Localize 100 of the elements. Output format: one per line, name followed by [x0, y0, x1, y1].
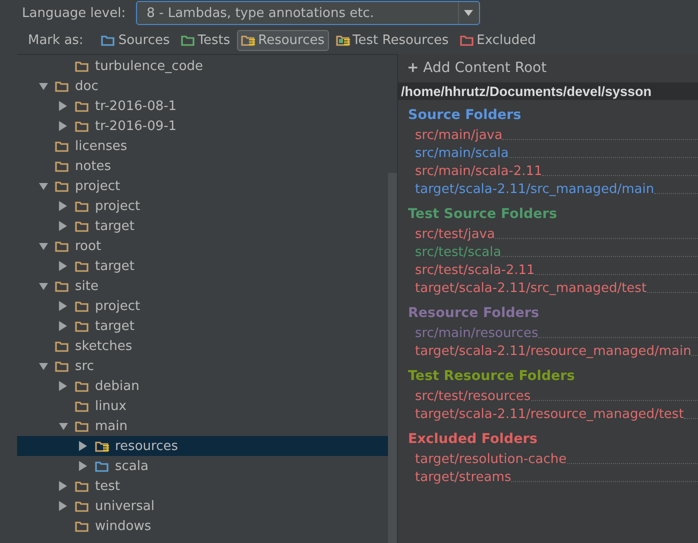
- collapse-arrow-icon[interactable]: [38, 82, 48, 90]
- folder-path[interactable]: target/resolution-cache: [415, 452, 567, 467]
- folder-path[interactable]: src/test/resources: [415, 389, 531, 404]
- folder-name: resources: [115, 438, 178, 454]
- folder-name: licenses: [75, 138, 128, 154]
- folder-name: site: [75, 278, 98, 294]
- expand-arrow-icon[interactable]: [59, 321, 67, 331]
- folder-path[interactable]: src/main/scala-2.11: [415, 164, 542, 179]
- folder-name: test: [95, 478, 120, 494]
- expand-arrow-icon[interactable]: [59, 221, 67, 231]
- tree-row[interactable]: resources: [17, 436, 388, 456]
- folder-name: universal: [95, 498, 154, 514]
- tree-row[interactable]: universal: [17, 496, 388, 516]
- folder-path[interactable]: target/scala-2.11/src_managed/test: [415, 281, 647, 296]
- expand-arrow-icon[interactable]: [59, 501, 67, 511]
- folder-name: target: [95, 218, 135, 234]
- tree-row[interactable]: tr-2016-08-1: [17, 96, 388, 116]
- mark-as-button[interactable]: Resources: [237, 30, 329, 50]
- folder-icon: [55, 160, 69, 172]
- expand-arrow-icon[interactable]: [59, 301, 67, 311]
- tree-row[interactable]: tr-2016-09-1: [17, 116, 388, 136]
- tree-row[interactable]: main: [17, 416, 388, 436]
- expand-arrow-icon[interactable]: [79, 441, 87, 451]
- folder-icon: [75, 300, 89, 312]
- tree-row[interactable]: linux: [17, 396, 388, 416]
- tree-row[interactable]: site: [17, 276, 388, 296]
- expand-arrow-icon[interactable]: [59, 121, 67, 131]
- collapse-arrow-icon[interactable]: [38, 282, 48, 290]
- folder-icon: [75, 220, 89, 232]
- tree-row[interactable]: src: [17, 356, 388, 376]
- tree-row[interactable]: debian: [17, 376, 388, 396]
- folder-icon: [75, 320, 89, 332]
- expand-arrow-icon[interactable]: [79, 461, 87, 471]
- mark-as-button[interactable]: Excluded: [456, 30, 540, 50]
- folder-icon: [460, 34, 474, 46]
- folder-path[interactable]: target/scala-2.11/src_managed/main: [415, 182, 654, 197]
- tree-row[interactable]: turbulence_code: [17, 56, 388, 76]
- tree-row[interactable]: project: [17, 176, 388, 196]
- folder-name: project: [95, 198, 140, 214]
- collapse-arrow-icon[interactable]: [38, 362, 48, 370]
- folder-path[interactable]: src/main/java: [415, 128, 502, 143]
- folder-path[interactable]: target/scala-2.11/resource_managed/test: [415, 407, 684, 422]
- folder-icon: [75, 200, 89, 212]
- folder-path[interactable]: src/test/scala: [415, 245, 502, 260]
- collapse-arrow-icon[interactable]: [58, 422, 68, 430]
- tree-row[interactable]: scala: [17, 456, 388, 476]
- scrollbar[interactable]: [388, 173, 397, 543]
- folder-icon: [180, 34, 195, 46]
- tree-row[interactable]: project: [17, 196, 388, 216]
- tree-row[interactable]: windows: [17, 516, 388, 536]
- folder-path[interactable]: target/streams: [415, 470, 512, 485]
- tree-row[interactable]: notes: [17, 156, 388, 176]
- folder-path[interactable]: src/main/scala: [415, 146, 509, 161]
- language-level-label: Language level:: [22, 6, 126, 20]
- folder-name: src: [75, 358, 94, 374]
- section-heading: Test Resource Folders: [408, 367, 576, 386]
- folder-path[interactable]: src/test/java: [415, 227, 495, 242]
- folder-icon: [75, 400, 89, 412]
- folder-path[interactable]: src/test/scala-2.11: [415, 263, 535, 278]
- folder-name: project: [95, 298, 140, 314]
- resource-folder-icon: [241, 34, 256, 46]
- mark-as-button[interactable]: Test Resources: [332, 30, 453, 50]
- folder-icon: [75, 100, 89, 112]
- tree-row[interactable]: sketches: [17, 336, 388, 356]
- tree-row[interactable]: target: [17, 216, 388, 236]
- tree-row[interactable]: project: [17, 296, 388, 316]
- folder-icon: [75, 380, 89, 392]
- expand-arrow-icon[interactable]: [59, 481, 67, 491]
- folder-icon: [55, 340, 69, 352]
- expand-arrow-icon[interactable]: [59, 261, 67, 271]
- collapse-arrow-icon[interactable]: [38, 242, 48, 250]
- expand-arrow-icon[interactable]: [59, 381, 67, 391]
- mark-as-button[interactable]: Tests: [176, 30, 234, 50]
- tree-row[interactable]: target: [17, 316, 388, 336]
- folder-icon: [75, 120, 89, 132]
- tree-row[interactable]: target: [17, 256, 388, 276]
- folder-name: project: [75, 178, 120, 194]
- folder-name: tr-2016-09-1: [95, 118, 177, 134]
- folder-name: linux: [95, 398, 126, 414]
- section-heading: Test Source Folders: [408, 205, 558, 224]
- tree-row[interactable]: licenses: [17, 136, 388, 156]
- collapse-arrow-icon[interactable]: [38, 182, 48, 190]
- folder-path[interactable]: target/scala-2.11/resource_managed/main: [415, 344, 692, 359]
- language-level-dropdown[interactable]: 8 - Lambdas, type annotations etc.: [136, 1, 480, 25]
- folder-name: target: [95, 258, 135, 274]
- folder-name: doc: [75, 78, 98, 94]
- folder-name: sketches: [75, 338, 132, 354]
- tree-row[interactable]: test: [17, 476, 388, 496]
- folder-icon: [75, 60, 89, 72]
- folder-name: target: [95, 318, 135, 334]
- expand-arrow-icon[interactable]: [59, 101, 67, 111]
- dropdown-arrow-icon[interactable]: [464, 10, 474, 16]
- section-heading: Resource Folders: [408, 304, 540, 323]
- expand-arrow-icon[interactable]: [59, 201, 67, 211]
- tree-row[interactable]: doc: [17, 76, 388, 96]
- add-content-root-button[interactable]: + Add Content Root: [404, 60, 550, 76]
- mark-as-button[interactable]: Sources: [97, 30, 174, 50]
- tree-row[interactable]: root: [17, 236, 388, 256]
- folder-icon: [75, 520, 89, 532]
- folder-name: notes: [75, 158, 112, 174]
